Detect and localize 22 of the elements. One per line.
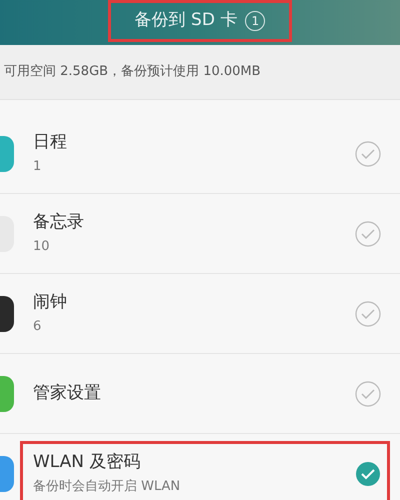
backup-item[interactable]: WLAN 及密码 备份时会自动开启 WLAN: [0, 434, 400, 500]
item-subtitle: 备份时会自动开启 WLAN: [33, 479, 182, 496]
step-number: 1: [245, 11, 266, 31]
checkbox[interactable]: [355, 380, 381, 406]
item-title: 备忘录: [33, 212, 85, 233]
backup-item[interactable]: 闹钟 6: [0, 274, 400, 354]
item-title: 闹钟: [33, 292, 68, 313]
item-subtitle: 10: [33, 239, 51, 256]
item-title: 日程: [33, 132, 68, 153]
checkbox[interactable]: [355, 220, 381, 246]
item-subtitle: 6: [33, 319, 42, 336]
backup-item[interactable]: 备忘录 10: [0, 194, 400, 274]
item-title: 管家设置: [33, 382, 102, 404]
backup-item[interactable]: 日程 1: [0, 114, 400, 194]
backup-item[interactable]: 管家设置: [0, 354, 400, 434]
checkbox[interactable]: [355, 300, 381, 326]
item-title: WLAN 及密码: [33, 452, 142, 473]
checkbox[interactable]: [355, 140, 381, 166]
checkbox[interactable]: [355, 460, 381, 486]
storage-info: 可用空间 2.58GB，备份预计使用 10.00MB: [3, 63, 261, 82]
item-subtitle: 1: [33, 159, 42, 176]
page-title: 备份到 SD 卡: [134, 9, 238, 32]
